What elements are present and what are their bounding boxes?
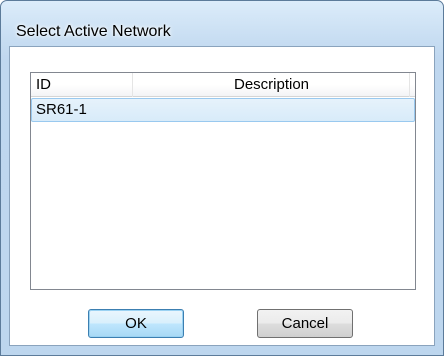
- title-bar[interactable]: Select Active Network: [1, 1, 443, 45]
- dialog-client-area: ID Description SR61-1 OK Cancel: [9, 46, 435, 346]
- ok-button[interactable]: OK: [88, 309, 184, 338]
- dialog-window: Select Active Network ID Description SR6…: [0, 0, 444, 356]
- list-header: ID Description: [31, 73, 415, 97]
- list-item[interactable]: SR61-1: [31, 98, 415, 122]
- network-id-cell: SR61-1: [36, 101, 87, 118]
- network-list[interactable]: ID Description SR61-1: [30, 72, 416, 290]
- column-header-description[interactable]: Description: [134, 73, 410, 97]
- dialog-title: Select Active Network: [16, 23, 171, 40]
- list-body: SR61-1: [31, 98, 415, 122]
- cancel-button[interactable]: Cancel: [257, 309, 353, 338]
- column-header-id[interactable]: ID: [31, 73, 133, 97]
